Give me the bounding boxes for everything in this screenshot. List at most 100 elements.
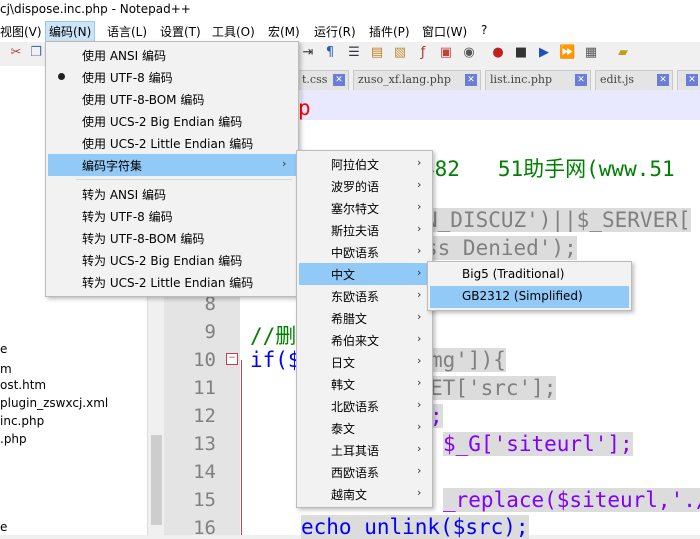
menu-item-convert-ucs2-be[interactable]: 转为 UCS-2 Big Endian 编码 (48, 249, 296, 271)
menu-item-use-ucs2-le[interactable]: 使用 UCS-2 Little Endian 编码 (48, 132, 296, 154)
menu-bar: 视图(V) 编码(N) 语言(L) 设置(T) 工具(O) 宏(M) 运行(R)… (0, 20, 700, 43)
list-item[interactable]: inc.php (0, 414, 44, 428)
list-item[interactable]: ost.htm (0, 378, 46, 392)
code-line: ss Denied'); (425, 236, 577, 260)
menu-item-eastern-european[interactable]: 东欧语系 › (299, 285, 430, 307)
code-line: if($ (250, 348, 301, 372)
menu-encoding[interactable]: 编码(N) (45, 21, 96, 42)
menu-view[interactable]: 视图(V) (0, 23, 42, 40)
close-icon[interactable]: ✕ (333, 74, 345, 86)
menu-item-greek[interactable]: 希腊文 › (299, 307, 430, 329)
menu-language[interactable]: 语言(L) (107, 23, 147, 40)
menu-item-turkish[interactable]: 土耳其语 › (299, 439, 430, 461)
menu-item-use-ansi[interactable]: 使用 ANSI 编码 (48, 44, 296, 66)
menu-settings[interactable]: 设置(T) (160, 23, 201, 40)
menu-item-baltic[interactable]: 波罗的语 › (299, 175, 430, 197)
close-icon[interactable]: ✕ (686, 74, 698, 86)
chevron-right-icon: › (417, 178, 422, 191)
menu-item-vietnamese[interactable]: 越南文 › (299, 483, 430, 505)
tab-more[interactable]: ✕ (677, 70, 700, 90)
menu-item-convert-ansi[interactable]: 转为 ANSI 编码 (48, 183, 296, 205)
chevron-right-icon: › (417, 354, 422, 367)
stop-macro-icon[interactable]: ■ (513, 45, 529, 61)
chevron-right-icon: › (417, 156, 422, 169)
eye-icon[interactable]: ◉ (461, 45, 477, 61)
fold-marker-icon[interactable]: − (226, 353, 238, 365)
monitor-icon[interactable]: ▣ (438, 45, 454, 61)
encoding-menu: 使用 ANSI 编码 使用 UTF-8 编码 使用 UTF-8-BOM 编码 使… (45, 41, 299, 297)
check-dot-icon (58, 73, 65, 80)
list-item[interactable]: plugin_zswxcj.xml (0, 396, 108, 410)
save-macro-icon[interactable]: ▦ (583, 45, 599, 61)
menu-tools[interactable]: 工具(O) (212, 23, 255, 40)
menu-window[interactable]: 窗口(W) (422, 23, 467, 40)
chevron-right-icon: › (417, 222, 422, 235)
fold-line (241, 360, 242, 535)
menu-item-use-ucs2-be[interactable]: 使用 UCS-2 Big Endian 编码 (48, 110, 296, 132)
chevron-right-icon: › (417, 398, 422, 411)
paragraph-icon[interactable]: ¶ (322, 45, 338, 61)
menu-plugins[interactable]: 插件(P) (369, 23, 410, 40)
code-line: mg']){ (430, 348, 506, 372)
menu-item-hebrew[interactable]: 希伯来文 › (299, 329, 430, 351)
doc-map-icon[interactable]: ▤ (369, 45, 385, 61)
chevron-right-icon: › (417, 200, 422, 213)
menu-item-western-european[interactable]: 西欧语系 › (299, 461, 430, 483)
line-number: 16 (193, 517, 216, 539)
menu-item-central-european[interactable]: 中欧语系 › (299, 241, 430, 263)
tab-zuso-lang[interactable]: zuso_xf.lang.php ✕ (353, 70, 481, 90)
tab-edit-js[interactable]: edit.js ✕ (595, 70, 673, 90)
list-item[interactable]: m (0, 362, 12, 376)
menu-item-north-european[interactable]: 北欧语系 › (299, 395, 430, 417)
menu-item-convert-ucs2-le[interactable]: 转为 UCS-2 Little Endian 编码 (48, 271, 296, 293)
line-number: 14 (193, 461, 216, 483)
menu-macro[interactable]: 宏(M) (268, 23, 300, 40)
play-macro-icon[interactable]: ▶ (536, 45, 552, 61)
chevron-right-icon: › (417, 464, 422, 477)
function-list-icon[interactable]: ▧ (392, 45, 408, 61)
cut-icon[interactable]: ✂ (8, 45, 24, 61)
menu-run[interactable]: 运行(R) (314, 23, 356, 40)
menu-item-convert-utf8[interactable]: 转为 UTF-8 编码 (48, 205, 296, 227)
menu-item-use-utf8[interactable]: 使用 UTF-8 编码 (48, 66, 296, 88)
folder-workspace-icon[interactable]: ƒ (415, 45, 431, 61)
line-number: 15 (193, 489, 216, 511)
menu-item-arabic[interactable]: 阿拉伯文 › (299, 153, 430, 175)
list-item[interactable]: e (0, 342, 7, 356)
close-icon[interactable]: ✕ (575, 74, 587, 86)
tab-css[interactable]: t.css ✕ (297, 70, 349, 90)
copy-icon[interactable]: ❐ (28, 45, 44, 61)
menu-item-cyrillic[interactable]: 斯拉夫语 › (299, 219, 430, 241)
menu-item-charset[interactable]: 编码字符集 › (48, 154, 296, 176)
list-item[interactable]: .php (0, 432, 27, 446)
menu-item-chinese[interactable]: 中文 › (299, 263, 430, 285)
menu-item-celtic[interactable]: 塞尔特文 › (299, 197, 430, 219)
chevron-right-icon: › (417, 266, 422, 279)
menu-help[interactable]: ? (481, 23, 487, 37)
word-wrap-icon[interactable]: ⇥ (300, 45, 316, 61)
menu-item-convert-utf8-bom[interactable]: 转为 UTF-8-BOM 编码 (48, 227, 296, 249)
current-line-highlight (301, 90, 700, 120)
scrollbar-thumb[interactable] (151, 435, 162, 525)
chevron-right-icon: › (417, 376, 422, 389)
title-bar: cj\dispose.inc.php - Notepad++ (0, 0, 700, 20)
chevron-right-icon: › (417, 244, 422, 257)
close-icon[interactable]: ✕ (657, 74, 669, 86)
tab-list-inc[interactable]: list.inc.php ✕ (485, 70, 591, 90)
run-macro-multiple-icon[interactable]: ⏩ (559, 45, 575, 61)
indent-guide-icon[interactable]: ☰ (346, 45, 362, 61)
menu-item-thai[interactable]: 泰文 › (299, 417, 430, 439)
menu-item-korean[interactable]: 韩文 › (299, 373, 430, 395)
menu-item-gb2312[interactable]: GB2312 (Simplified) (430, 286, 629, 308)
list-item[interactable]: e (0, 520, 7, 534)
code-line: //删 (250, 324, 297, 348)
charset-submenu: 阿拉伯文 › 波罗的语 › 塞尔特文 › 斯拉夫语 › 中欧语系 › 中文 › 东欧语系 › … (296, 150, 433, 508)
code-line: $_G['siteurl']; (443, 432, 633, 456)
menu-item-big5[interactable]: Big5 (Traditional) (430, 264, 629, 286)
close-icon[interactable]: ✕ (465, 74, 477, 86)
menu-item-use-utf8-bom[interactable]: 使用 UTF-8-BOM 编码 (48, 88, 296, 110)
menu-item-japanese[interactable]: 日文 › (299, 351, 430, 373)
chevron-right-icon: › (417, 288, 422, 301)
open-folder-icon[interactable]: ▰ (615, 45, 631, 61)
record-macro-icon[interactable]: ● (490, 45, 506, 61)
